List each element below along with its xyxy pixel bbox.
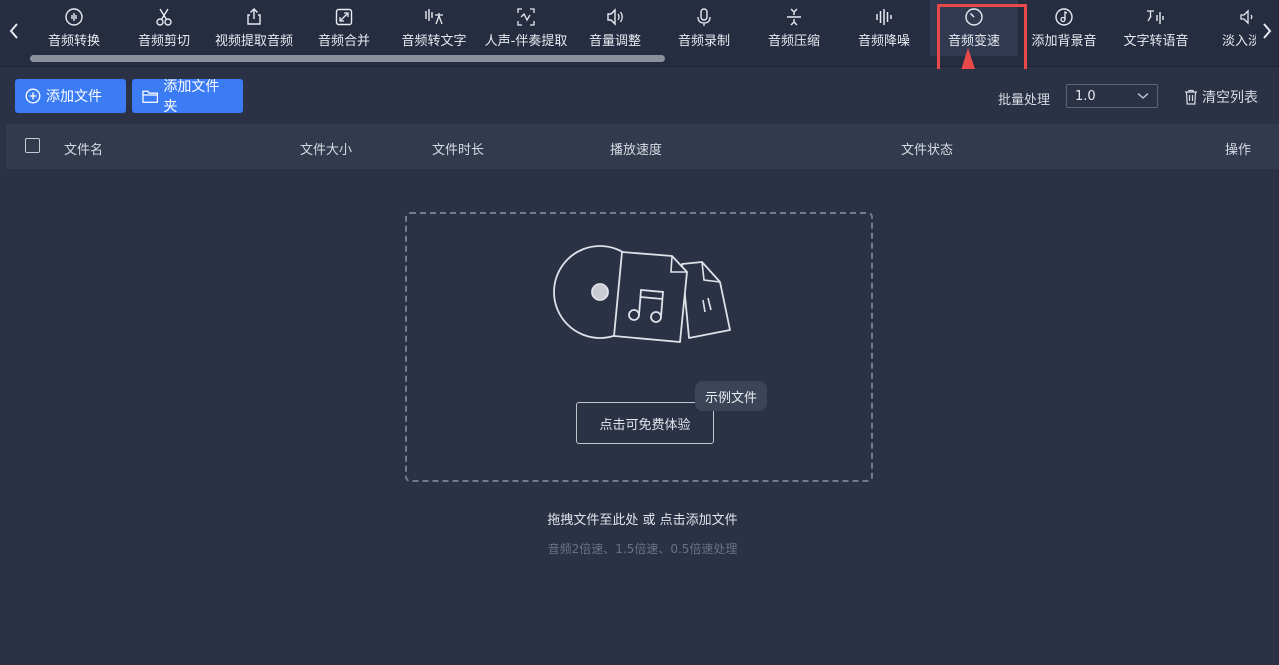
tool-volume-adjust[interactable]: 音量调整 [572,0,658,56]
scrollbar-thumb[interactable] [30,55,665,62]
file-drop-zone[interactable]: 点击可免费体验 示例文件 [405,212,873,482]
column-header-filename: 文件名 [64,143,104,158]
toolbar-scrollbar[interactable] [28,55,1256,63]
add-folder-button[interactable]: 添加文件夹 [132,79,243,115]
tool-label: 添加背景音 [1031,34,1097,49]
tool-label: 音频压缩 [767,34,820,49]
column-header-playback-speed: 播放速度 [610,143,663,158]
clear-list-label: 清空列表 [1202,90,1258,106]
add-file-label: 添加文件 [46,89,102,105]
scroll-left-arrow-icon[interactable] [2,16,26,46]
tool-list: 音频转换 音频剪切 视频提取音频 音频合并 音频转文字 人声-伴奏提取 音量调整… [28,0,1256,56]
tool-audio-compress[interactable]: 音频压缩 [750,0,838,56]
tool-label: 音频降噪 [857,34,910,49]
tool-label: 淡入淡出 [1221,34,1256,49]
speedometer-icon [963,7,985,27]
speed-hint: 音频2倍速、1.5倍速、0.5倍速处理 [547,542,738,556]
column-header-file-status: 文件状态 [901,143,954,158]
microphone-icon [693,7,715,27]
tool-vocal-separation[interactable]: 人声-伴奏提取 [480,0,572,56]
tool-audio-record[interactable]: 音频录制 [658,0,750,56]
speech-to-text-icon [423,7,445,27]
main-panel: 添加文件 添加文件夹 批量处理 1.0 清空列表 文件名 文件大小 文件时长 播… [6,69,1279,665]
tool-fade-in-out[interactable]: 淡入淡出 [1202,0,1256,56]
tool-audio-denoise[interactable]: 音频降噪 [838,0,930,56]
tool-label: 音频转换 [47,34,100,49]
scroll-right-arrow-icon[interactable] [1255,16,1279,46]
tool-audio-merge[interactable]: 音频合并 [300,0,388,56]
file-table-header: 文件名 文件大小 文件时长 播放速度 文件状态 操作 [6,124,1279,169]
speed-select[interactable]: 1.0 [1066,84,1158,108]
tool-audio-cut[interactable]: 音频剪切 [120,0,208,56]
tool-label: 人声-伴奏提取 [484,34,568,49]
merge-icon [333,7,355,27]
column-header-actions: 操作 [1225,143,1252,158]
trash-icon [1185,89,1197,105]
tool-label: 视频提取音频 [214,34,293,49]
denoise-icon [873,7,895,27]
tool-audio-convert[interactable]: 音频转换 [28,0,120,56]
scissors-icon [153,7,175,27]
vocal-split-icon [515,7,537,27]
volume-icon [604,7,626,27]
batch-process-label: 批量处理 [998,93,1051,108]
tool-audio-to-text[interactable]: 音频转文字 [388,0,480,56]
tool-label: 音频录制 [677,34,730,49]
fade-icon [1237,7,1256,27]
sample-file-label: 示例文件 [705,390,758,406]
music-note-circle-icon [1053,7,1075,27]
free-trial-button[interactable]: 点击可免费体验 [576,402,714,444]
compress-icon [783,7,805,27]
tool-video-extract-audio[interactable]: 视频提取音频 [208,0,300,56]
tool-label: 音频转文字 [401,34,467,49]
export-icon [243,7,265,27]
music-files-illustration-icon [553,245,731,343]
sample-file-tag[interactable]: 示例文件 [695,381,768,411]
drop-hint: 拖拽文件至此处 或 点击添加文件 [547,513,738,528]
tool-label: 文字转语音 [1123,34,1189,49]
folder-icon [142,90,159,103]
free-trial-label: 点击可免费体验 [599,417,691,433]
add-folder-label: 添加文件夹 [163,79,220,115]
tool-add-background-music[interactable]: 添加背景音 [1018,0,1110,56]
clear-list-button[interactable]: 清空列表 [1184,87,1258,107]
chevron-down-icon [1137,93,1149,99]
tool-label: 音量调整 [588,34,641,49]
select-all-checkbox[interactable] [25,138,40,153]
tool-label: 音频合并 [317,34,370,49]
plus-circle-icon [25,88,41,104]
speed-select-value: 1.0 [1075,88,1096,104]
tool-label: 音频剪切 [137,34,190,49]
column-header-filesize: 文件大小 [300,143,353,158]
add-file-button[interactable]: 添加文件 [15,79,126,113]
column-header-duration: 文件时长 [432,143,485,158]
waveform-circle-icon [63,7,85,27]
function-toolbar: 音频转换 音频剪切 视频提取音频 音频合并 音频转文字 人声-伴奏提取 音量调整… [0,0,1279,67]
text-to-speech-icon [1145,7,1167,27]
tool-text-to-speech[interactable]: 文字转语音 [1110,0,1202,56]
